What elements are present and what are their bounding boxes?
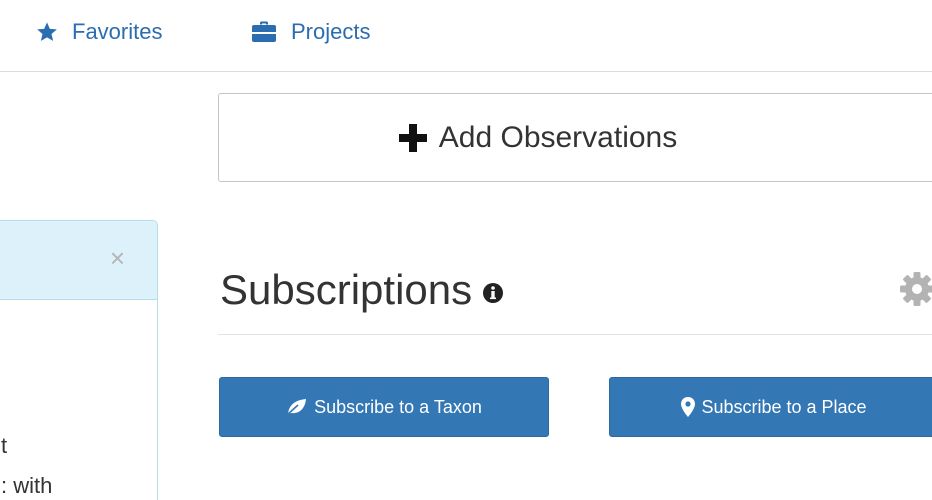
subscribe-taxon-label: Subscribe to a Taxon [314,396,482,417]
nav-projects-label: Projects [291,19,371,44]
info-panel-header: × [0,221,157,300]
info-panel: × t : with [0,220,158,500]
panel-text-line: t [1,433,8,458]
close-icon[interactable]: × [110,245,125,271]
nav-divider [0,71,932,72]
plus-icon [398,123,427,152]
nav-favorites[interactable]: Favorites [36,12,162,52]
gear-icon[interactable] [898,270,932,313]
add-observations-button[interactable]: Add Observations [218,93,932,182]
add-observations-label: Add Observations [438,120,678,154]
info-icon[interactable] [482,282,504,304]
map-marker-icon [681,397,696,417]
subscribe-taxon-button[interactable]: Subscribe to a Taxon [219,377,549,437]
subscribe-place-button[interactable]: Subscribe to a Place [609,377,932,437]
star-icon [36,21,58,43]
subscriptions-heading: Subscriptions [220,266,504,314]
panel-text-line: : with [1,473,53,498]
subscriptions-divider [218,334,932,335]
leaf-icon [286,398,308,416]
briefcase-icon [251,21,277,43]
subscribe-place-label: Subscribe to a Place [701,396,867,417]
subscriptions-title: Subscriptions [220,266,473,313]
nav-projects[interactable]: Projects [251,12,370,52]
nav-favorites-label: Favorites [72,19,163,44]
